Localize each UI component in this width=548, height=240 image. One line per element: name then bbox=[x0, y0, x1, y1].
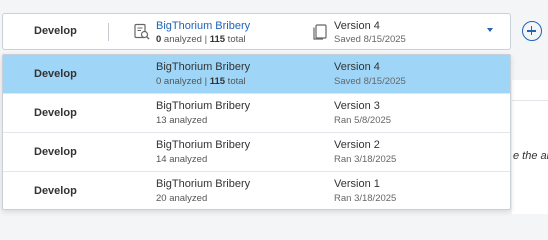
selector-stage: Develop bbox=[34, 25, 77, 37]
option-version-name: Version 4 bbox=[334, 61, 380, 73]
option-analyzed-count: 13 analyzed bbox=[156, 115, 208, 126]
option-dataset-name: BigThorium Bribery bbox=[156, 178, 251, 190]
option-version-date: Ran 3/18/2025 bbox=[334, 154, 397, 165]
selector-total-label: total bbox=[225, 34, 246, 45]
background-partial-text: e the an bbox=[513, 150, 548, 162]
option-version-name: Version 1 bbox=[334, 178, 380, 190]
add-circle-icon[interactable] bbox=[522, 21, 542, 41]
option-total-count: 115 bbox=[209, 76, 226, 87]
option-dataset-name: BigThorium Bribery bbox=[156, 61, 251, 73]
option-version-date: Saved 8/15/2025 bbox=[334, 76, 406, 87]
selector-version-date: Saved 8/15/2025 bbox=[334, 34, 406, 45]
selector-total-count: 115 bbox=[209, 34, 226, 45]
version-option-1[interactable]: Develop BigThorium Bribery 20 analyzed V… bbox=[3, 172, 510, 211]
option-analyzed-label: analyzed | bbox=[161, 76, 210, 87]
option-dataset-name: BigThorium Bribery bbox=[156, 100, 251, 112]
selector-analyzed-label: analyzed | bbox=[161, 34, 210, 45]
option-analyzed-count: 14 analyzed bbox=[156, 154, 208, 165]
option-dataset-name: BigThorium Bribery bbox=[156, 139, 251, 151]
option-version-date: Ran 3/18/2025 bbox=[334, 193, 397, 204]
selector-version-name: Version 4 bbox=[334, 20, 380, 32]
selector-dataset-counts: 0 analyzed | 115 total bbox=[156, 34, 246, 45]
option-version-name: Version 3 bbox=[334, 100, 380, 112]
option-version-date: Ran 5/8/2025 bbox=[334, 115, 392, 126]
version-option-4[interactable]: Develop BigThorium Bribery 0 analyzed | … bbox=[3, 55, 510, 94]
option-version-name: Version 2 bbox=[334, 139, 380, 151]
selector-dataset-name: BigThorium Bribery bbox=[156, 20, 251, 32]
dataset-search-icon bbox=[133, 23, 151, 41]
version-dropdown-list: Develop BigThorium Bribery 0 analyzed | … bbox=[2, 54, 511, 210]
selector-divider bbox=[108, 23, 109, 41]
version-copies-icon bbox=[311, 23, 329, 41]
option-stage: Develop bbox=[34, 146, 77, 158]
option-stage: Develop bbox=[34, 68, 77, 80]
version-selector[interactable]: Develop BigThorium Bribery 0 analyzed | … bbox=[2, 13, 511, 50]
caret-down-icon[interactable] bbox=[487, 28, 493, 32]
option-dataset-counts: 0 analyzed | 115 total bbox=[156, 76, 246, 87]
background-divider bbox=[512, 100, 548, 101]
option-stage: Develop bbox=[34, 107, 77, 119]
option-total-label: total bbox=[225, 76, 246, 87]
version-option-2[interactable]: Develop BigThorium Bribery 14 analyzed V… bbox=[3, 133, 510, 172]
option-stage: Develop bbox=[34, 185, 77, 197]
version-option-3[interactable]: Develop BigThorium Bribery 13 analyzed V… bbox=[3, 94, 510, 133]
option-analyzed-count: 20 analyzed bbox=[156, 193, 208, 204]
